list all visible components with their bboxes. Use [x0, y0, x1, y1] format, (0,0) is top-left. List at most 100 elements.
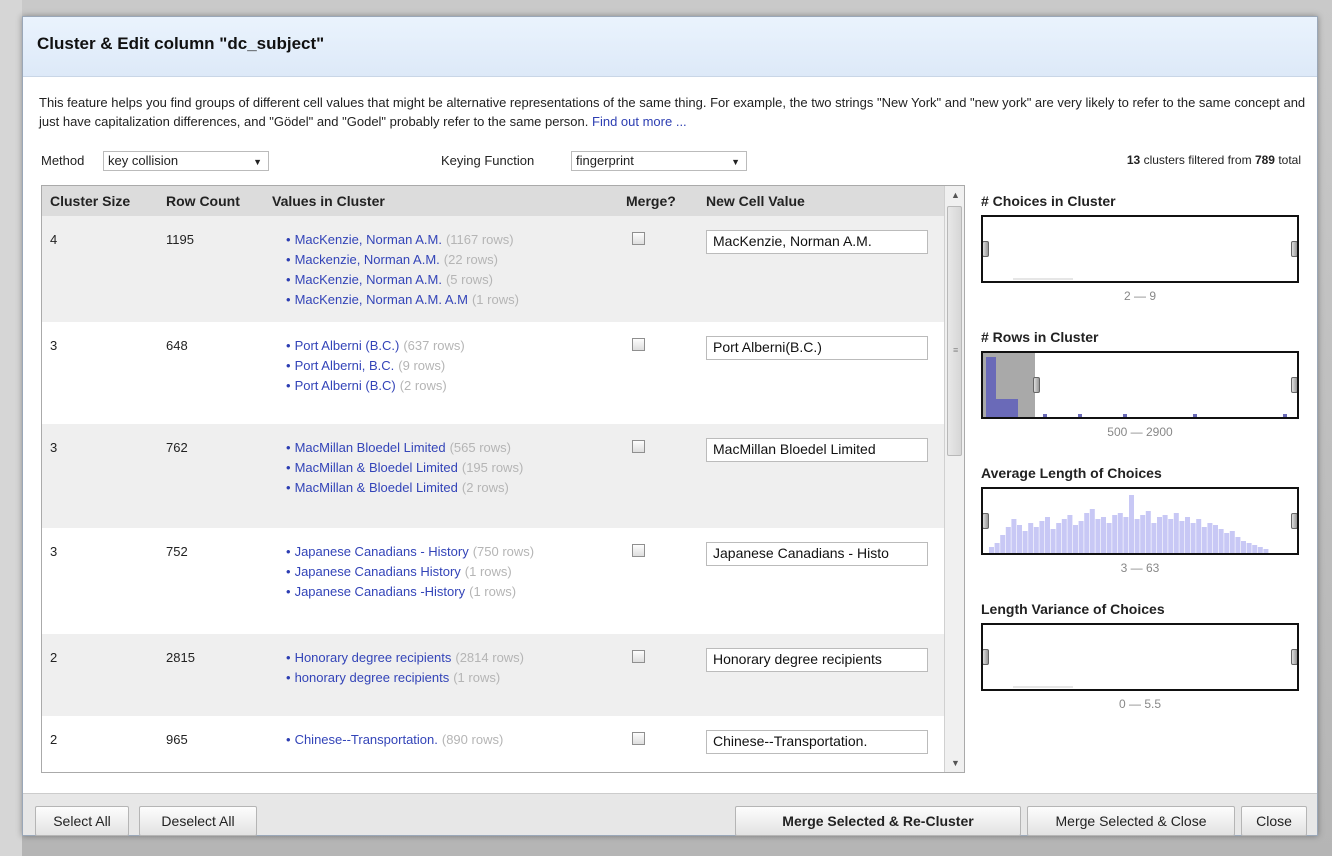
histogram-bar	[1241, 541, 1246, 553]
range-handle-right[interactable]	[1291, 513, 1297, 529]
cluster-value-link[interactable]: Honorary degree recipients	[295, 650, 452, 665]
histogram-bar	[996, 399, 1018, 417]
cluster-value-link[interactable]: Port Alberni, B.C.	[295, 358, 395, 373]
merge-checkbox[interactable]	[632, 440, 645, 453]
merge-checkbox[interactable]	[632, 232, 645, 245]
value-row-count: (565 rows)	[449, 440, 511, 455]
histogram-bar	[1246, 543, 1252, 553]
cluster-value-link[interactable]: MacMillan Bloedel Limited	[295, 440, 446, 455]
deselect-all-button[interactable]: Deselect All	[139, 806, 257, 836]
bullet-icon: •	[286, 292, 291, 307]
cluster-value-link[interactable]: Japanese Canadians History	[295, 564, 461, 579]
header-values[interactable]: Values in Cluster	[272, 193, 385, 209]
values-in-cluster: • Chinese--Transportation. (890 rows)	[286, 730, 503, 750]
grip-icon: ≡	[953, 345, 959, 355]
row-count-cell: 2815	[166, 650, 195, 665]
table-row: 4 1195 • MacKenzie, Norman A.M. (1167 rows) •…	[42, 216, 944, 322]
cluster-value-link[interactable]: MacMillan & Bloedel Limited	[295, 460, 458, 475]
values-in-cluster: • Japanese Canadians - History (750 rows) •…	[286, 542, 534, 602]
histogram-bar	[1213, 525, 1218, 553]
merge-checkbox[interactable]	[632, 338, 645, 351]
row-count-cell: 965	[166, 732, 188, 747]
table-row: 2 965 • Chinese--Transportation. (890 rows) C…	[42, 716, 944, 772]
merge-checkbox[interactable]	[632, 732, 645, 745]
bullet-icon: •	[286, 544, 291, 559]
range-handle-left[interactable]	[983, 513, 989, 529]
header-row-count[interactable]: Row Count	[166, 193, 240, 209]
method-label: Method	[41, 153, 85, 168]
merge-close-button[interactable]: Merge Selected & Close	[1027, 806, 1235, 836]
scroll-down-icon[interactable]: ▼	[951, 758, 960, 768]
cluster-value-link[interactable]: MacKenzie, Norman A.M. A.M	[295, 292, 468, 307]
total-text: total	[1278, 153, 1301, 167]
merge-recluster-button[interactable]: Merge Selected & Re-Cluster	[735, 806, 1021, 836]
scroll-up-icon[interactable]: ▲	[951, 190, 960, 200]
merge-checkbox[interactable]	[632, 650, 645, 663]
facet-histogram[interactable]	[981, 487, 1299, 555]
cluster-size-cell: 3	[50, 440, 58, 455]
cluster-value-link[interactable]: MacKenzie, Norman A.M.	[295, 232, 442, 247]
cluster-value-link[interactable]: MacMillan & Bloedel Limited	[295, 480, 458, 495]
range-handle-right[interactable]	[1291, 241, 1297, 257]
cluster-value-item: • Port Alberni (B.C.) (637 rows)	[286, 336, 465, 356]
scrollbar-thumb[interactable]: ≡	[947, 206, 962, 456]
intro-text: This feature helps you find groups of di…	[39, 93, 1307, 131]
histogram-bar	[1263, 549, 1269, 553]
range-handle-right[interactable]	[1291, 649, 1297, 665]
cluster-value-link[interactable]: Mackenzie, Norman A.M.	[295, 252, 440, 267]
bullet-icon: •	[286, 732, 291, 747]
facet-histogram[interactable]	[981, 215, 1299, 283]
facet-histogram[interactable]	[981, 623, 1299, 691]
new-cell-value-input[interactable]: MacMillan Bloedel Limited	[706, 438, 928, 462]
histogram-bar	[1045, 517, 1050, 553]
histogram-bar	[1050, 529, 1056, 553]
close-button[interactable]: Close	[1241, 806, 1307, 836]
bullet-icon: •	[286, 338, 291, 353]
cluster-value-item: • Mackenzie, Norman A.M. (22 rows)	[286, 250, 519, 270]
value-row-count: (1 rows)	[453, 670, 501, 685]
new-cell-value-input[interactable]: MacKenzie, Norman A.M.	[706, 230, 928, 254]
range-handle-left[interactable]	[983, 241, 989, 257]
table-scrollbar[interactable]: ▲ ≡ ▼	[944, 186, 964, 772]
values-in-cluster: • MacKenzie, Norman A.M. (1167 rows) • Macke…	[286, 230, 519, 310]
background-sidebar	[0, 0, 22, 856]
facet-range: 2 — 9	[1123, 289, 1156, 303]
header-new-value[interactable]: New Cell Value	[706, 193, 805, 209]
new-cell-value-input[interactable]: Port Alberni(B.C.)	[706, 336, 928, 360]
new-cell-value-input[interactable]: Chinese--Transportation.	[706, 730, 928, 754]
cluster-value-link[interactable]: Japanese Canadians - History	[295, 544, 469, 559]
cluster-value-link[interactable]: Port Alberni (B.C.)	[295, 338, 400, 353]
new-cell-value-input[interactable]: Honorary degree recipients	[706, 648, 928, 672]
cluster-value-item: • MacKenzie, Norman A.M. (1167 rows)	[286, 230, 519, 250]
header-cluster-size[interactable]: Cluster Size	[50, 193, 130, 209]
row-count-cell: 1195	[166, 232, 194, 247]
histogram-bar	[1043, 414, 1047, 417]
value-row-count: (195 rows)	[461, 460, 524, 475]
new-cell-value-input[interactable]: Japanese Canadians - Histo	[706, 542, 928, 566]
header-merge[interactable]: Merge?	[626, 193, 676, 209]
histogram-bar	[1224, 533, 1230, 553]
cluster-value-link[interactable]: honorary degree recipients	[295, 670, 450, 685]
cluster-value-link[interactable]: Chinese--Transportation.	[295, 732, 438, 747]
cluster-value-link[interactable]: Japanese Canadians -History	[295, 584, 466, 599]
range-handle-left[interactable]	[983, 649, 989, 665]
find-out-more-link[interactable]: Find out more ...	[592, 114, 687, 129]
facet-panel: Average Length of Choices 3 — 63	[981, 465, 1301, 575]
bullet-icon: •	[286, 584, 291, 599]
value-row-count: (1 rows)	[464, 564, 512, 579]
cluster-value-link[interactable]: Port Alberni (B.C)	[295, 378, 396, 393]
cluster-value-link[interactable]: MacKenzie, Norman A.M.	[295, 272, 442, 287]
histogram-bar	[1089, 509, 1095, 553]
histogram-bar	[1073, 525, 1078, 553]
range-handle-right[interactable]	[1291, 377, 1297, 393]
histogram-bar	[1017, 525, 1022, 553]
filtered-text: clusters filtered from	[1143, 153, 1252, 167]
histogram-bar	[1151, 523, 1157, 553]
method-select[interactable]: key collision ▼	[103, 151, 269, 171]
histogram-bar	[1112, 515, 1118, 553]
keying-function-select[interactable]: fingerprint ▼	[571, 151, 747, 171]
facet-histogram[interactable]	[981, 351, 1299, 419]
range-handle-left[interactable]	[1033, 377, 1040, 393]
select-all-button[interactable]: Select All	[35, 806, 129, 836]
merge-checkbox[interactable]	[632, 544, 645, 557]
